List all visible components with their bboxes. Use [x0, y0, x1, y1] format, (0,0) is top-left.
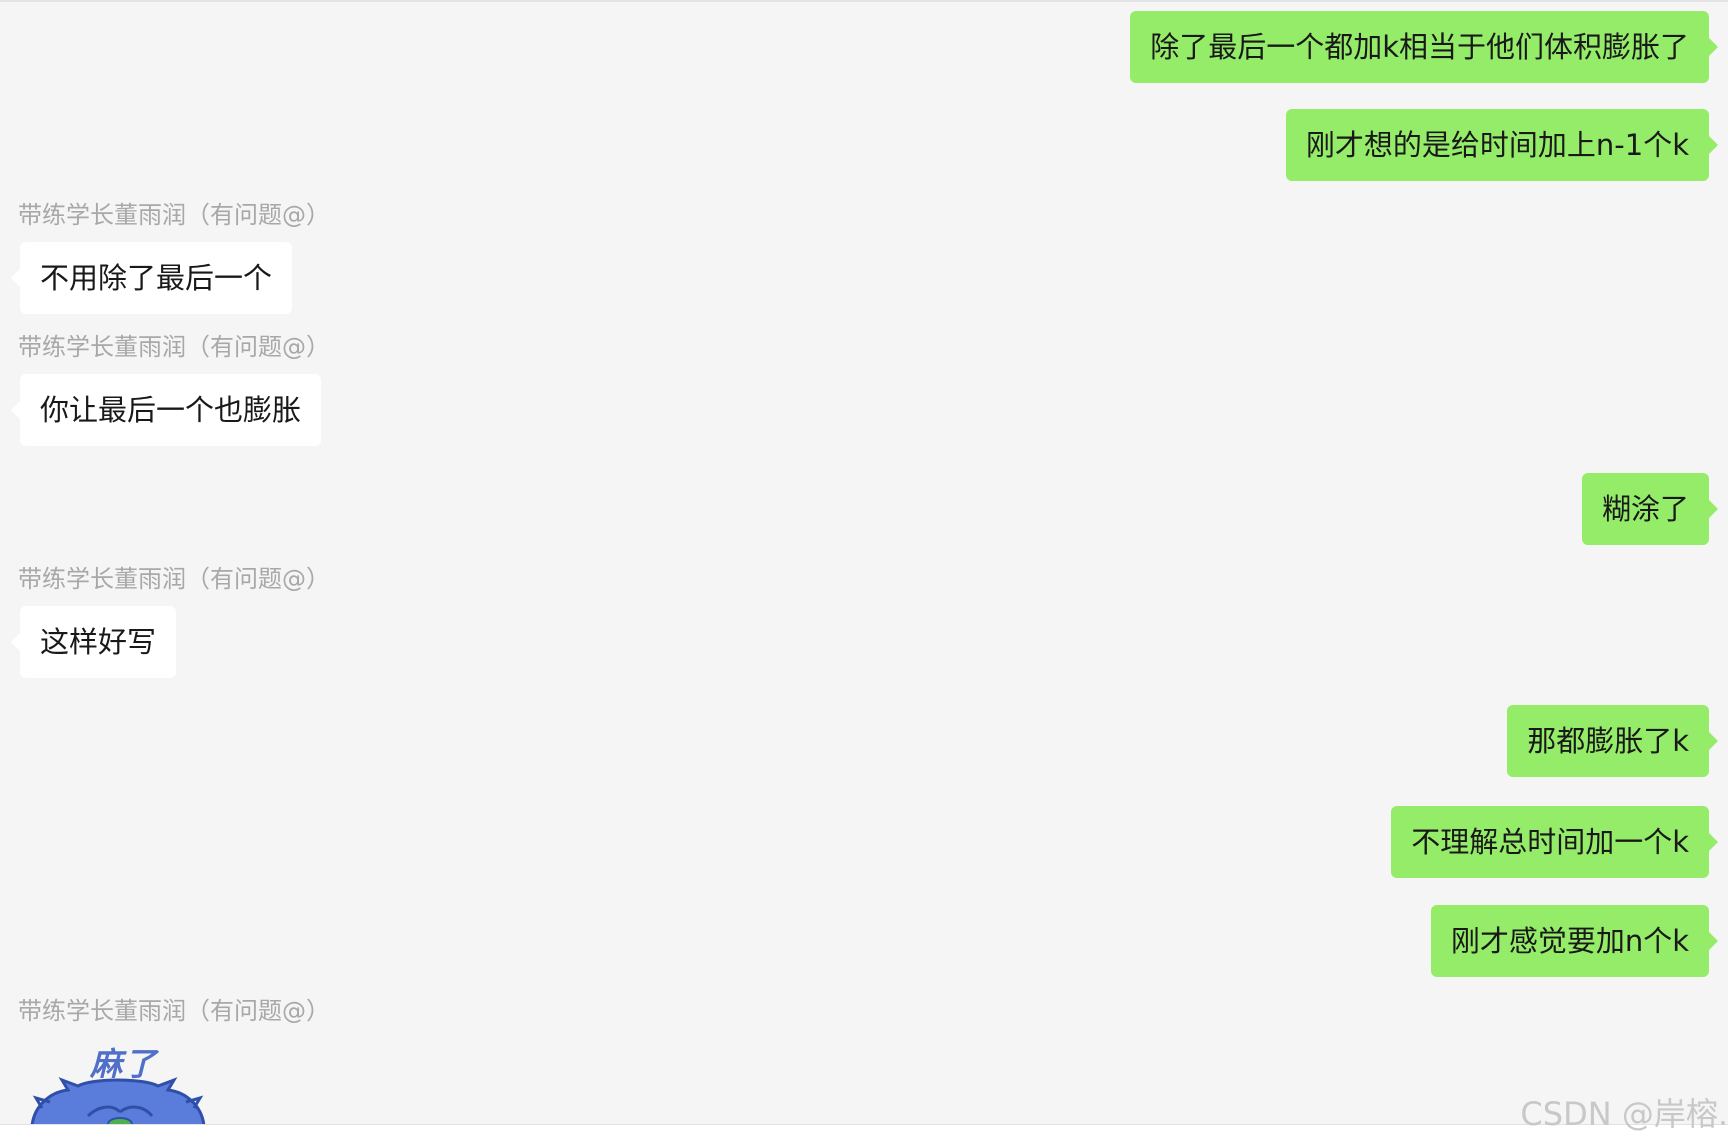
sticker-message[interactable]: 麻了 [28, 1046, 208, 1124]
sender-name[interactable]: 带练学长董雨润（有问题@） [18, 201, 330, 229]
watermark-text: CSDN @岸榕. [1520, 1095, 1728, 1133]
sender-name[interactable]: 带练学长董雨润（有问题@） [18, 333, 330, 361]
sender-name[interactable]: 带练学长董雨润（有问题@） [18, 997, 330, 1025]
chat-message-area[interactable]: 除了最后一个都加k相当于他们体积膨胀了 刚才想的是给时间加上n-1个k 带练学长… [0, 0, 1728, 1124]
incoming-message-bubble[interactable]: 不用除了最后一个 [10, 242, 293, 314]
incoming-message-bubble[interactable]: 你让最后一个也膨胀 [10, 374, 322, 446]
outgoing-message-bubble[interactable]: 不理解总时间加一个k [1391, 806, 1718, 878]
outgoing-message-bubble[interactable]: 那都膨胀了k [1507, 705, 1718, 777]
sender-name[interactable]: 带练学长董雨润（有问题@） [18, 565, 330, 593]
bottom-divider [0, 1124, 1728, 1146]
outgoing-message-bubble[interactable]: 刚才感觉要加n个k [1430, 905, 1719, 977]
outgoing-message-bubble[interactable]: 糊涂了 [1581, 473, 1719, 545]
outgoing-message-bubble[interactable]: 刚才想的是给时间加上n-1个k [1285, 109, 1719, 181]
owl-sticker-icon [30, 1077, 206, 1124]
incoming-message-bubble[interactable]: 这样好写 [10, 606, 177, 678]
outgoing-message-bubble[interactable]: 除了最后一个都加k相当于他们体积膨胀了 [1130, 11, 1718, 83]
